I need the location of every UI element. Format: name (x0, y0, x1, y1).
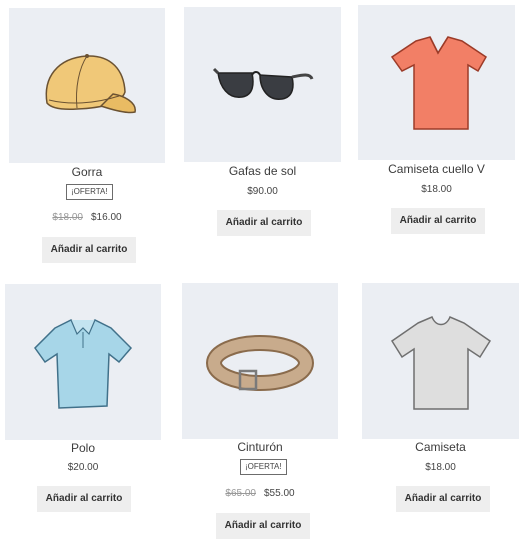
add-to-cart-button[interactable]: Añadir al carrito (37, 486, 131, 512)
add-to-cart-button[interactable]: Añadir al carrito (217, 210, 311, 236)
sale-price: $16.00 (91, 212, 122, 223)
product-image-camiseta-cuello-v[interactable] (358, 5, 515, 160)
product-image-gafas-de-sol[interactable] (184, 7, 341, 162)
product-title[interactable]: Cinturón (182, 440, 338, 454)
add-to-cart-button[interactable]: Añadir al carrito (42, 237, 136, 263)
product-image-camiseta[interactable] (362, 283, 519, 439)
product-price: $90.00 (184, 186, 341, 197)
cap-image (45, 54, 136, 114)
polo-shirt-image (34, 319, 133, 409)
product-price: $20.00 (5, 462, 161, 473)
add-to-cart-button[interactable]: Añadir al carrito (391, 208, 485, 234)
product-title[interactable]: Camiseta cuello V (358, 162, 515, 176)
old-price: $18.00 (52, 212, 83, 223)
product-image-polo[interactable] (5, 284, 161, 440)
current-price: $90.00 (247, 186, 278, 197)
product-title[interactable]: Gorra (9, 165, 165, 179)
product-price: $65.00 $55.00 (182, 488, 338, 499)
sale-badge: ¡OFERTA! (240, 459, 287, 475)
product-price: $18.00 (358, 184, 515, 195)
product-price: $18.00 $16.00 (9, 212, 165, 223)
sale-badge: ¡OFERTA! (66, 184, 113, 200)
product-title[interactable]: Gafas de sol (184, 164, 341, 178)
vneck-shirt-image (390, 36, 487, 130)
product-title[interactable]: Camiseta (362, 440, 519, 454)
belt-image (206, 335, 314, 391)
product-price: $18.00 (362, 462, 519, 473)
old-price: $65.00 (225, 488, 256, 499)
current-price: $18.00 (425, 462, 456, 473)
sale-price: $55.00 (264, 488, 295, 499)
current-price: $18.00 (421, 184, 452, 195)
sunglasses-image (212, 67, 314, 100)
tshirt-image (390, 316, 492, 410)
product-image-cinturon[interactable] (182, 283, 338, 439)
product-title[interactable]: Polo (5, 441, 161, 455)
add-to-cart-button[interactable]: Añadir al carrito (396, 486, 490, 512)
add-to-cart-button[interactable]: Añadir al carrito (216, 513, 310, 539)
product-image-gorra[interactable] (9, 8, 165, 163)
current-price: $20.00 (67, 462, 99, 473)
